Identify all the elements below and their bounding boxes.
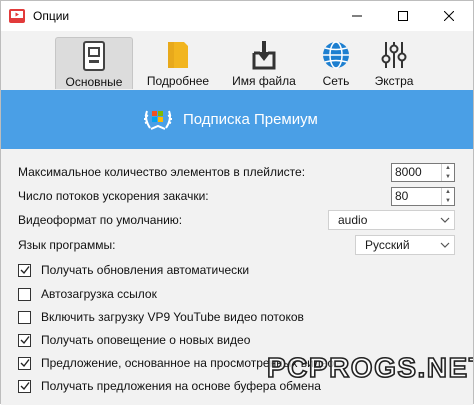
premium-banner-text: Подписка Премиум <box>183 110 318 128</box>
options-toolbar: Основные Подробнее Имя файла Сеть Экстра <box>1 31 473 89</box>
tab-label: Имя файла <box>232 74 296 88</box>
checkmark-icon <box>20 359 30 368</box>
folder-icon <box>168 42 188 68</box>
format-value: audio <box>338 213 368 227</box>
checkmark-icon <box>20 382 30 391</box>
close-button[interactable] <box>426 1 472 31</box>
language-value: Русский <box>365 238 410 252</box>
maximize-icon <box>398 11 408 21</box>
minimize-icon <box>352 15 362 17</box>
checkbox-new-video-alerts[interactable]: Получать оповещение о новых видео <box>18 329 250 351</box>
checkmark-icon <box>20 266 30 275</box>
stepper-up-icon[interactable]: ▲ <box>442 188 454 197</box>
maximize-button[interactable] <box>380 1 426 31</box>
app-logo-icon <box>9 9 25 23</box>
checkmark-icon <box>20 336 30 345</box>
watermark: PCPROGS.NET <box>266 351 473 384</box>
language-label: Язык программы: <box>18 238 116 252</box>
checkbox[interactable] <box>18 263 31 277</box>
premium-laurel-icon <box>144 110 172 130</box>
format-select[interactable]: audio <box>328 210 455 230</box>
close-icon <box>444 11 454 21</box>
checkbox-label: Получать обновления автоматически <box>41 263 250 277</box>
checkbox[interactable] <box>18 356 31 370</box>
title-bar[interactable]: Опции <box>1 1 473 31</box>
watermark-text: PCPROGS.NET <box>267 352 473 383</box>
options-window: Опции Основные Подробнее Имя файла Сеть … <box>0 0 474 405</box>
minimize-button[interactable] <box>334 1 380 31</box>
max-items-stepper[interactable]: 8000 ▲ ▼ <box>391 163 455 182</box>
checkbox-auto-updates[interactable]: Получать обновления автоматически <box>18 259 249 281</box>
checkbox-label: Автозагрузка ссылок <box>41 287 157 301</box>
threads-label: Число потоков ускорения закачки: <box>18 189 209 203</box>
language-select[interactable]: Русский <box>355 235 455 255</box>
tab-extra[interactable]: Экстра <box>366 37 422 89</box>
general-settings-icon <box>83 41 105 71</box>
max-items-label: Максимальное количество элементов в плей… <box>18 165 306 179</box>
window-title: Опции <box>33 9 70 23</box>
checkbox-vp9[interactable]: Включить загрузку VP9 YouTube видео пото… <box>18 306 304 328</box>
tab-label: Основные <box>65 75 123 89</box>
format-label: Видеоформат по умолчанию: <box>18 213 183 227</box>
tab-details[interactable]: Подробнее <box>138 37 218 89</box>
tab-general[interactable]: Основные <box>55 37 133 89</box>
tab-label: Подробнее <box>146 74 210 88</box>
checkbox[interactable] <box>18 333 31 347</box>
chevron-down-icon <box>436 217 454 223</box>
stepper-down-icon[interactable]: ▼ <box>442 173 454 182</box>
chevron-down-icon <box>436 242 454 248</box>
threads-value[interactable]: 80 <box>392 188 441 205</box>
premium-banner[interactable]: Подписка Премиум <box>1 90 473 149</box>
sliders-icon <box>381 42 407 68</box>
checkbox-label: Получать оповещение о новых видео <box>41 333 251 347</box>
checkbox[interactable] <box>18 310 31 324</box>
tab-network[interactable]: Сеть <box>311 37 361 89</box>
checkbox[interactable] <box>18 379 31 393</box>
checkbox-label: Включить загрузку VP9 YouTube видео пото… <box>41 310 304 324</box>
max-items-value[interactable]: 8000 <box>392 164 441 181</box>
tab-label: Экстра <box>374 74 414 88</box>
globe-icon <box>323 41 349 69</box>
stepper-up-icon[interactable]: ▲ <box>442 164 454 173</box>
threads-stepper[interactable]: 80 ▲ ▼ <box>391 187 455 206</box>
stepper-down-icon[interactable]: ▼ <box>442 197 454 206</box>
checkbox-auto-load-links[interactable]: Автозагрузка ссылок <box>18 283 157 305</box>
tab-label: Сеть <box>322 74 350 88</box>
download-file-icon <box>252 41 276 70</box>
checkbox[interactable] <box>18 287 31 301</box>
tab-filename[interactable]: Имя файла <box>223 37 305 89</box>
